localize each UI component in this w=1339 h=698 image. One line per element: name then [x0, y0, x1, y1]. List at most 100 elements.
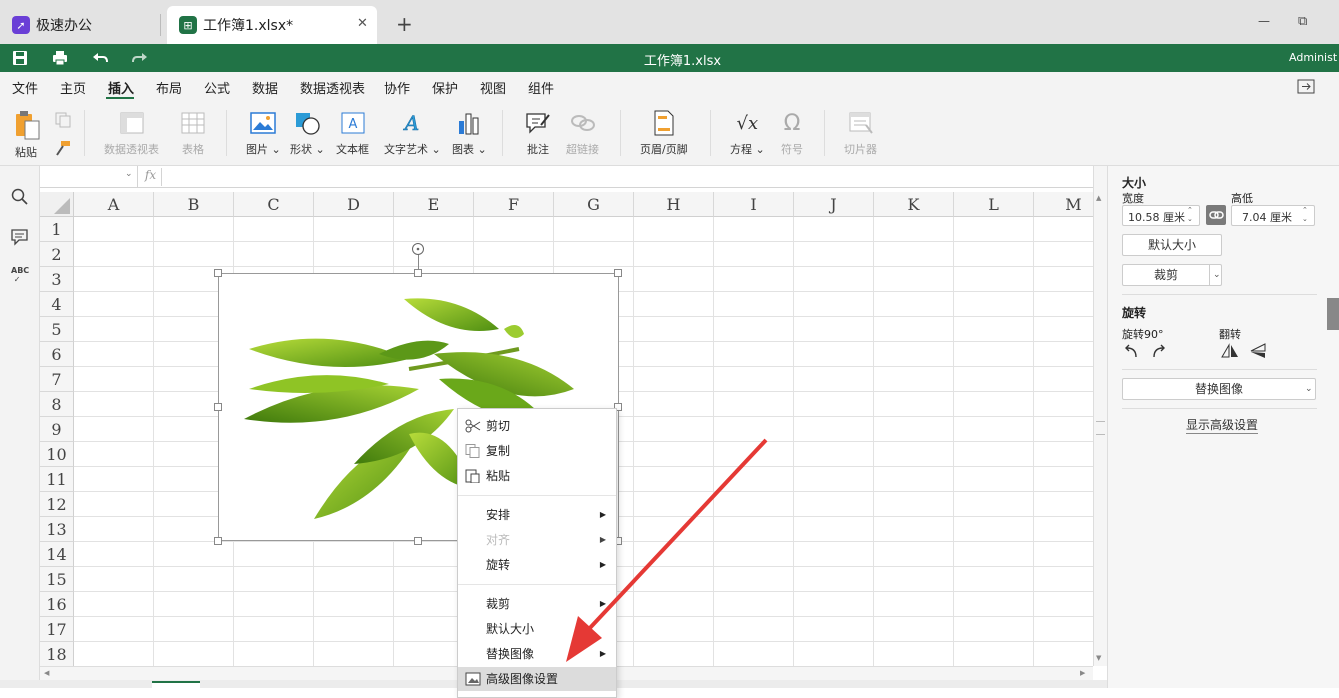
sheet-tab[interactable] — [152, 681, 200, 688]
menu-home[interactable]: 主页 — [60, 78, 86, 97]
spellcheck-icon[interactable]: ABC ✓ — [11, 266, 29, 284]
menu-component[interactable]: 组件 — [528, 78, 554, 97]
scroll-up-icon[interactable]: ▲ — [1096, 194, 1105, 202]
comment-button[interactable]: 批注 — [524, 110, 552, 157]
row-header[interactable]: 15 — [40, 567, 74, 592]
menu-protect[interactable]: 保护 — [432, 78, 458, 97]
table-button[interactable]: 表格 — [179, 110, 207, 157]
slicer-button[interactable]: 切片器 — [844, 110, 877, 157]
column-header[interactable]: B — [154, 192, 234, 217]
menu-collaborate[interactable]: 协作 — [384, 78, 410, 97]
row-header[interactable]: 8 — [40, 392, 74, 417]
width-input[interactable]: 10.58 厘米 ⌃ ⌄ — [1122, 205, 1200, 226]
column-header[interactable]: F — [474, 192, 554, 217]
symbol-button[interactable]: Ω 符号 — [778, 110, 806, 157]
paste-button[interactable]: 粘贴 — [12, 108, 40, 160]
resize-handle[interactable] — [414, 269, 422, 277]
resize-handle[interactable] — [214, 269, 222, 277]
tab-app-home[interactable]: ➚ 极速办公 — [0, 6, 160, 44]
menu-view[interactable]: 视图 — [480, 78, 506, 97]
column-header[interactable]: L — [954, 192, 1034, 217]
menu-data[interactable]: 数据 — [252, 78, 278, 97]
row-header[interactable]: 18 — [40, 642, 74, 666]
tab-workbook[interactable]: ⊞ 工作簿1.xlsx* ✕ — [167, 6, 377, 44]
crop-button[interactable]: 裁剪 ⌄ — [1122, 264, 1222, 286]
wordart-button[interactable]: A 文字艺术 ⌄ — [384, 110, 441, 157]
row-header[interactable]: 10 — [40, 442, 74, 467]
menu-file[interactable]: 文件 — [12, 78, 38, 97]
height-stepper-icon[interactable]: ⌃ ⌄ — [1302, 206, 1308, 224]
column-header[interactable]: I — [714, 192, 794, 217]
row-header[interactable]: 17 — [40, 617, 74, 642]
replace-image-button[interactable]: 替换图像 ⌄ — [1122, 378, 1316, 400]
row-header[interactable]: 7 — [40, 367, 74, 392]
menu-insert[interactable]: 插入 — [108, 78, 134, 97]
picture-button[interactable]: 图片 ⌄ — [246, 110, 281, 157]
menu-layout[interactable]: 布局 — [156, 78, 182, 97]
scroll-thumb[interactable] — [1096, 421, 1105, 435]
pivot-table-button[interactable]: 数据透视表 — [104, 110, 159, 157]
name-box[interactable]: ⌄ — [40, 166, 138, 187]
row-header[interactable]: 4 — [40, 292, 74, 317]
vertical-scrollbar[interactable]: ▲ ▼ — [1093, 166, 1107, 666]
row-header[interactable]: 12 — [40, 492, 74, 517]
flip-vertical-icon[interactable] — [1249, 343, 1267, 359]
panel-scroll-thumb[interactable] — [1327, 298, 1339, 330]
close-tab-button[interactable]: ✕ — [357, 16, 368, 31]
user-name[interactable]: Administ — [1289, 51, 1337, 64]
column-header[interactable]: M — [1034, 192, 1093, 217]
chevron-down-icon[interactable]: ⌄ — [1209, 265, 1221, 285]
header-footer-button[interactable]: 页眉/页脚 — [640, 110, 688, 157]
row-header[interactable]: 2 — [40, 242, 74, 267]
column-header[interactable]: G — [554, 192, 634, 217]
show-advanced-settings-link[interactable]: 显示高级设置 — [1186, 416, 1259, 434]
column-header[interactable]: E — [394, 192, 474, 217]
equation-button[interactable]: √x 方程 ⌄ — [730, 110, 765, 157]
restore-button[interactable]: ⧉ — [1298, 14, 1307, 29]
comments-icon[interactable] — [11, 228, 29, 246]
row-header[interactable]: 5 — [40, 317, 74, 342]
row-header[interactable]: 14 — [40, 542, 74, 567]
width-stepper-icon[interactable]: ⌃ ⌄ — [1187, 206, 1193, 224]
row-header[interactable]: 1 — [40, 217, 74, 242]
row-header[interactable]: 16 — [40, 592, 74, 617]
rotate-right-icon[interactable] — [1151, 343, 1167, 359]
row-header[interactable]: 6 — [40, 342, 74, 367]
minimize-button[interactable]: — — [1258, 14, 1270, 28]
chart-button[interactable]: 图表 ⌄ — [452, 110, 487, 157]
hyperlink-button[interactable]: 超链接 — [566, 110, 599, 157]
exit-icon[interactable] — [1297, 79, 1315, 94]
format-painter-icon[interactable] — [55, 140, 71, 156]
height-input[interactable]: 7.04 厘米 ⌃ ⌄ — [1231, 205, 1315, 226]
default-size-button[interactable]: 默认大小 — [1122, 234, 1222, 256]
lock-aspect-button[interactable] — [1206, 205, 1226, 225]
rotate-left-icon[interactable] — [1123, 343, 1139, 359]
column-header[interactable]: C — [234, 192, 314, 217]
copy-icon[interactable] — [55, 112, 71, 128]
new-tab-button[interactable]: + — [396, 12, 413, 36]
column-header[interactable]: A — [74, 192, 154, 217]
rotate-handle-icon[interactable] — [411, 242, 425, 256]
row-header[interactable]: 11 — [40, 467, 74, 492]
search-icon[interactable] — [11, 188, 29, 206]
textbox-button[interactable]: A 文本框 — [336, 110, 369, 157]
menu-formula[interactable]: 公式 — [204, 78, 230, 97]
resize-handle[interactable] — [414, 537, 422, 545]
menu-pivot-table[interactable]: 数据透视表 — [300, 78, 365, 97]
scroll-down-icon[interactable]: ▼ — [1096, 654, 1101, 662]
column-header[interactable]: J — [794, 192, 874, 217]
formula-input[interactable] — [164, 166, 1104, 187]
resize-handle[interactable] — [214, 403, 222, 411]
resize-handle[interactable] — [614, 269, 622, 277]
flip-horizontal-icon[interactable] — [1221, 343, 1239, 359]
shape-button[interactable]: 形状 ⌄ — [290, 110, 325, 157]
resize-handle[interactable] — [214, 537, 222, 545]
column-header[interactable]: H — [634, 192, 714, 217]
select-all-corner[interactable] — [40, 192, 74, 217]
column-header[interactable]: D — [314, 192, 394, 217]
row-header[interactable]: 3 — [40, 267, 74, 292]
row-header[interactable]: 13 — [40, 517, 74, 542]
scroll-left-icon[interactable]: ◀ — [44, 669, 49, 677]
column-header[interactable]: K — [874, 192, 954, 217]
row-header[interactable]: 9 — [40, 417, 74, 442]
